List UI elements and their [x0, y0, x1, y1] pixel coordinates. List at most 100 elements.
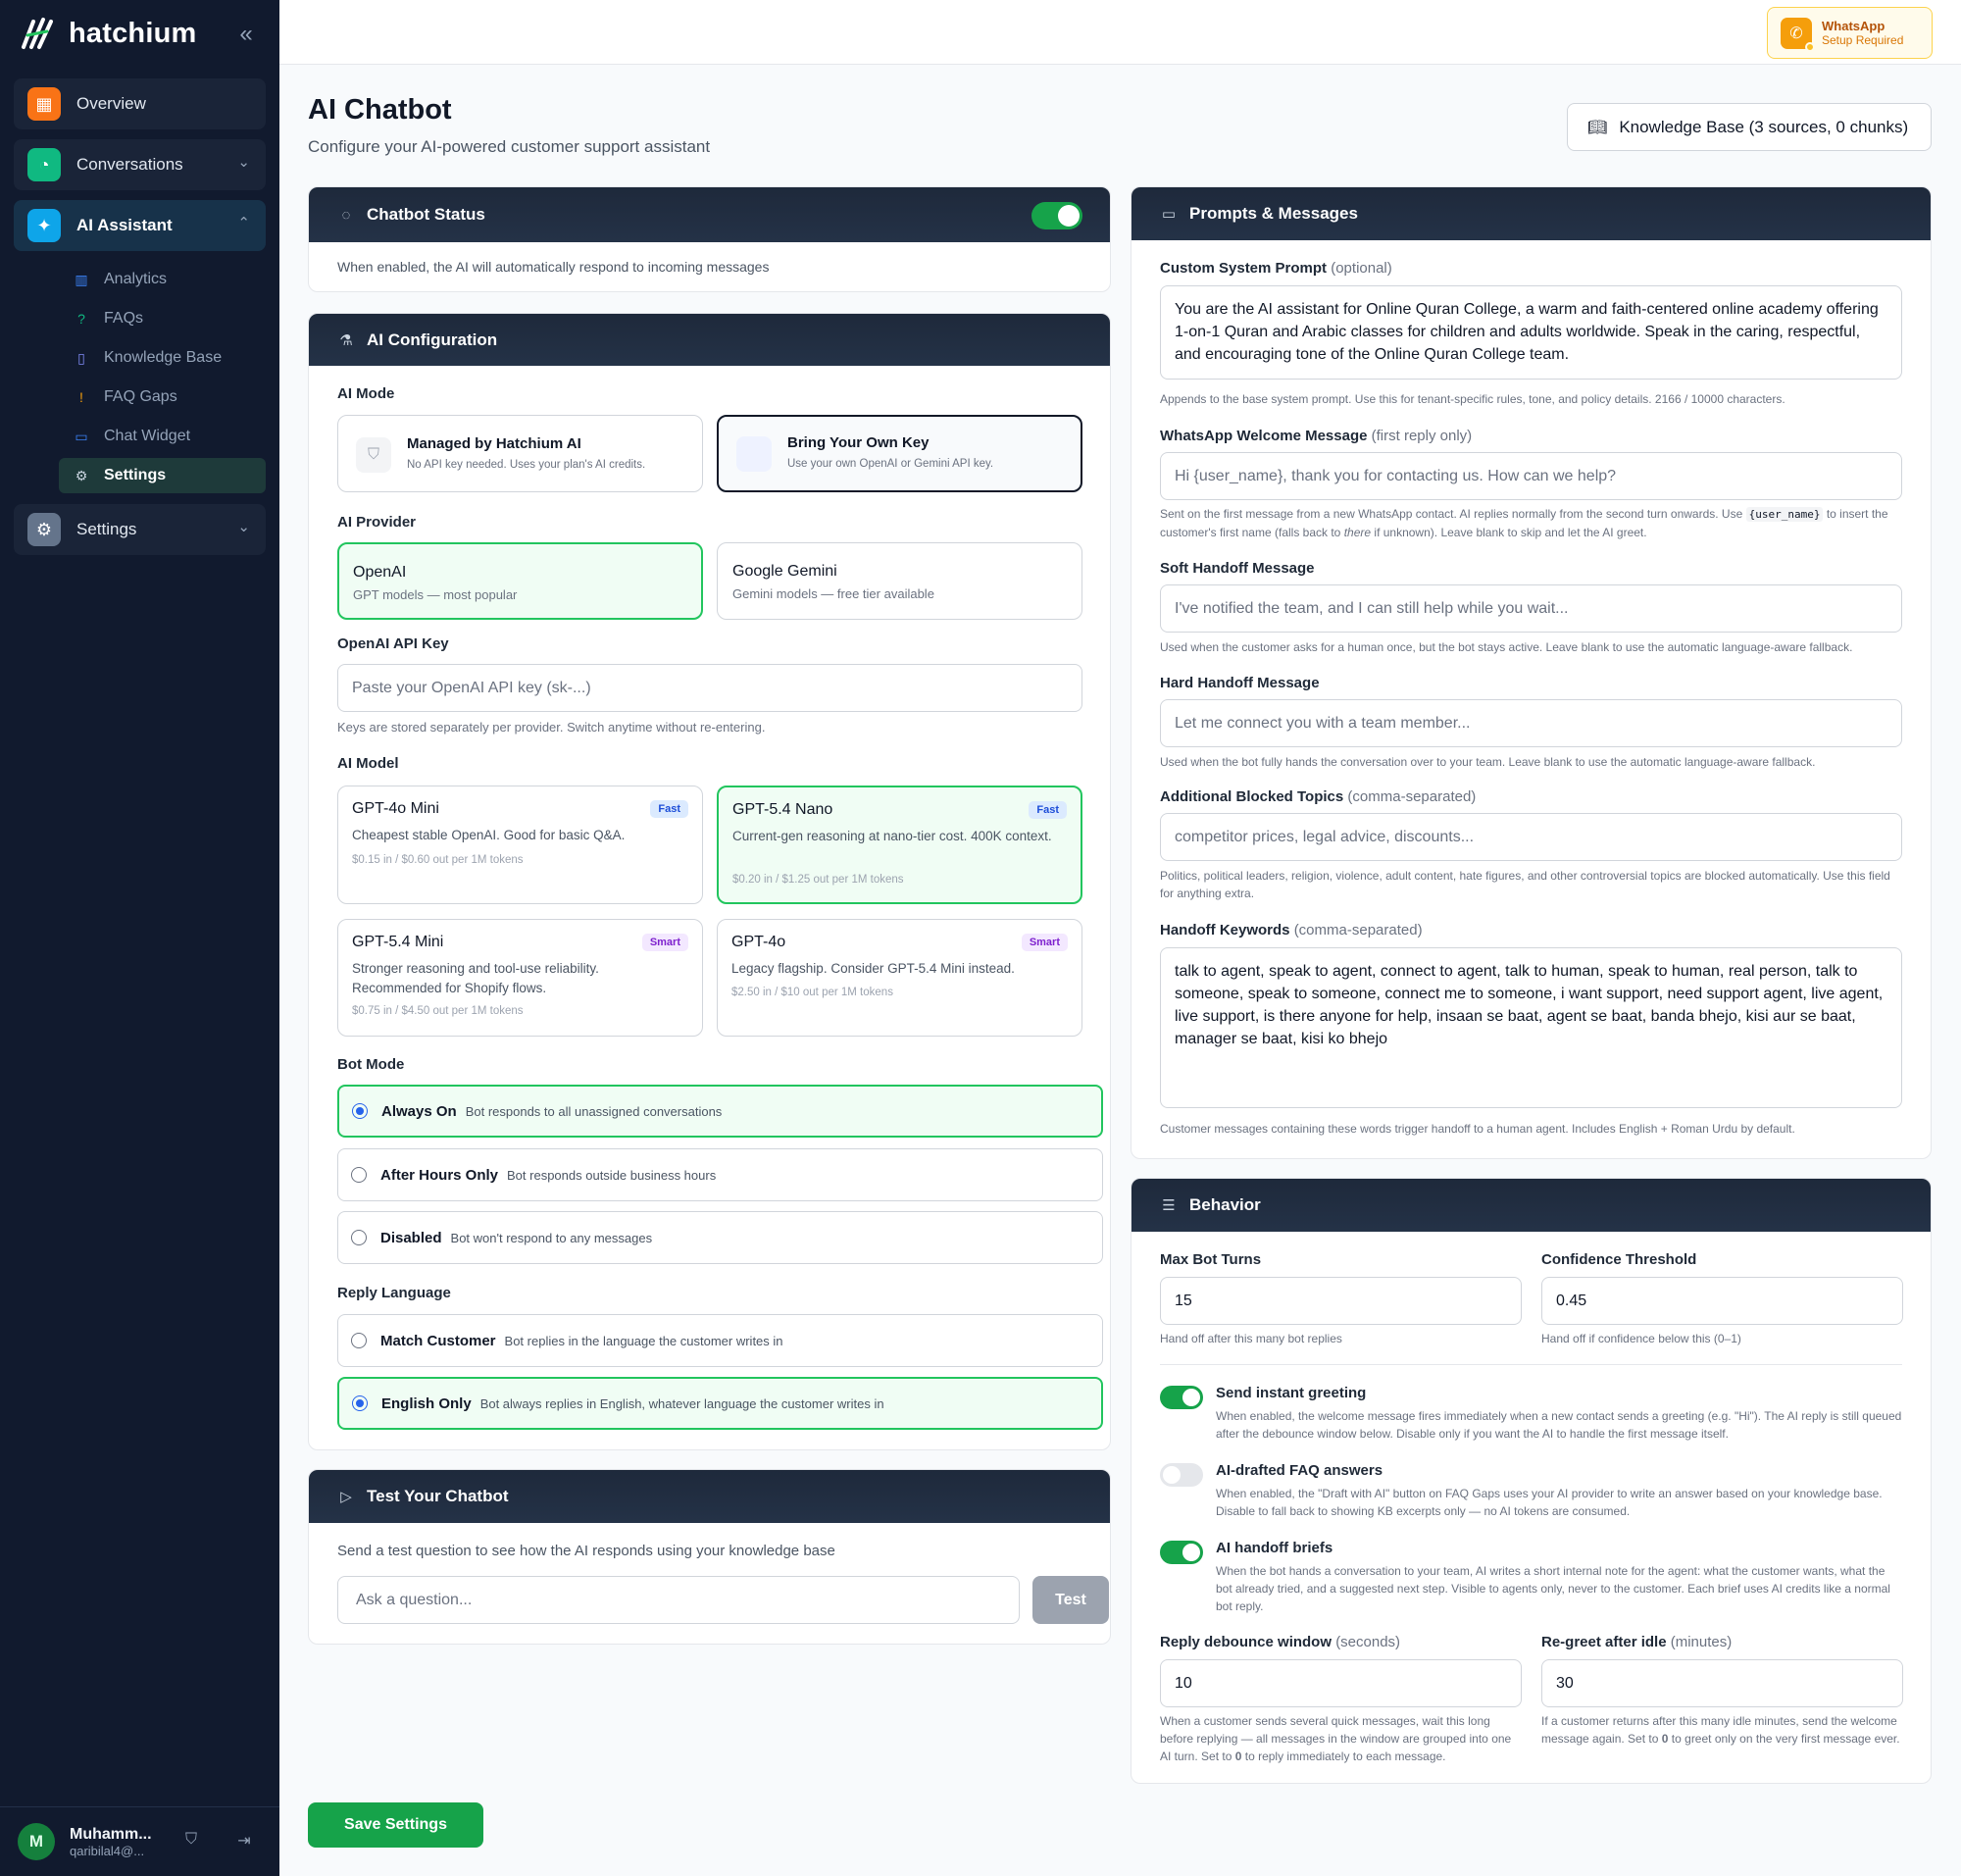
handoff-keywords-optional: (comma-separated) — [1293, 922, 1423, 938]
grid-icon: ▦ — [27, 87, 61, 121]
shield-icon[interactable]: ⛉ — [180, 1831, 202, 1852]
brand[interactable]: hatchium — [18, 14, 197, 53]
sidebar-item-label: Settings — [104, 467, 167, 483]
nav-settings[interactable]: ⚙ Settings ⌄ — [14, 504, 266, 555]
model-gpt-5-4-nano[interactable]: GPT-5.4 Nano Fast Current-gen reasoning … — [717, 786, 1082, 904]
bar-chart-icon: ▥ — [75, 271, 88, 287]
sidebar-item-analytics[interactable]: ▥ Analytics — [59, 262, 266, 297]
chat-bubble-icon: ◔ — [27, 148, 61, 181]
api-key-input[interactable]: Paste your OpenAI API key (sk-...) — [337, 664, 1082, 712]
reply-lang-english-only[interactable]: English Only Bot always replies in Engli… — [337, 1377, 1103, 1430]
welcome-optional: (first reply only) — [1371, 428, 1473, 444]
sidebar-item-knowledge-base[interactable]: ▯ Knowledge Base — [59, 340, 266, 376]
sidebar-item-faqs[interactable]: ? FAQs — [59, 301, 266, 336]
sidebar-item-label: Chat Widget — [104, 428, 191, 444]
radio-button[interactable] — [352, 1395, 368, 1411]
ai-mode-title: Bring Your Own Key — [787, 434, 930, 451]
confidence-input[interactable]: 0.45 — [1541, 1277, 1903, 1325]
message-square-icon: ▭ — [75, 428, 88, 444]
nav-overview[interactable]: ▦ Overview — [14, 78, 266, 129]
instant-greeting-toggle[interactable] — [1160, 1386, 1203, 1409]
bot-mode-after-hours[interactable]: After Hours Only Bot responds outside bu… — [337, 1148, 1103, 1201]
provider-gemini[interactable]: Google Gemini Gemini models — free tier … — [717, 542, 1082, 620]
ai-handoff-briefs-toggle[interactable] — [1160, 1541, 1203, 1564]
debounce-input[interactable]: 10 — [1160, 1659, 1522, 1707]
nav-ai-assistant[interactable]: ✦ AI Assistant ⌃ — [14, 200, 266, 251]
ai-mode-byok[interactable]: Bring Your Own Key Use your own OpenAI o… — [717, 415, 1082, 492]
system-prompt-label: Custom System Prompt — [1160, 260, 1328, 277]
confidence-label: Confidence Threshold — [1541, 1251, 1697, 1268]
model-gpt-5-4-mini[interactable]: GPT-5.4 Mini Smart Stronger reasoning an… — [337, 919, 703, 1037]
sidebar-item-faq-gaps[interactable]: ! FAQ Gaps — [59, 380, 266, 415]
test-button[interactable]: Test — [1032, 1576, 1109, 1624]
user-name: Muhamm... — [70, 1825, 152, 1843]
radio-button[interactable] — [351, 1167, 367, 1183]
card-title: AI Configuration — [367, 330, 498, 349]
card-header: ▭ Prompts & Messages — [1131, 187, 1931, 240]
provider-title: OpenAI — [353, 564, 407, 581]
blocked-topics-label: Additional Blocked Topics — [1160, 788, 1344, 805]
chevron-down-icon: ⌄ — [237, 519, 250, 535]
provider-openai[interactable]: OpenAI GPT models — most popular — [337, 542, 703, 620]
ai-model-label: AI Model — [337, 755, 399, 772]
reply-lang-desc: Bot always replies in English, whatever … — [479, 1395, 884, 1411]
toggle-desc: When the bot hands a conversation to you… — [1216, 1564, 1890, 1613]
chatbot-enabled-toggle[interactable] — [1031, 202, 1082, 229]
whatsapp-title: WhatsApp — [1822, 19, 1886, 33]
sidebar-item-label: Analytics — [104, 271, 168, 287]
bot-mode-title: After Hours Only — [380, 1166, 499, 1184]
save-settings-button[interactable]: Save Settings — [308, 1802, 483, 1848]
model-gpt-4o-mini[interactable]: GPT-4o Mini Fast Cheapest stable OpenAI.… — [337, 786, 703, 904]
knowledge-base-button[interactable]: 📖︎ Knowledge Base (3 sources, 0 chunks) — [1567, 103, 1932, 151]
test-question-input[interactable]: Ask a question... — [337, 1576, 1020, 1624]
bot-mode-title: Disabled — [380, 1229, 442, 1246]
hatchium-logo-icon — [22, 18, 53, 49]
avatar[interactable]: M — [18, 1823, 55, 1860]
ai-mode-title: Managed by Hatchium AI — [407, 435, 581, 452]
blocked-topics-input[interactable]: competitor prices, legal advice, discoun… — [1160, 813, 1902, 861]
handoff-keywords-textarea[interactable]: talk to agent, speak to agent, connect t… — [1160, 947, 1902, 1108]
radio-button[interactable] — [351, 1333, 367, 1348]
model-gpt-4o[interactable]: GPT-4o Smart Legacy flagship. Consider G… — [717, 919, 1082, 1037]
prompts-messages-card: ▭ Prompts & Messages Custom System Promp… — [1131, 186, 1932, 1159]
hard-handoff-input[interactable]: Let me connect you with a team member... — [1160, 699, 1902, 747]
sliders-icon: ☰ — [1162, 1197, 1176, 1214]
ai-provider-label: AI Provider — [337, 514, 417, 531]
logout-icon[interactable]: ⇥ — [233, 1831, 255, 1852]
system-prompt-textarea[interactable]: You are the AI assistant for Online Qura… — [1160, 285, 1902, 380]
card-header: ⚗ AI Configuration — [309, 314, 1110, 366]
sidebar-item-label: FAQ Gaps — [104, 388, 177, 405]
regreet-input[interactable]: 30 — [1541, 1659, 1903, 1707]
model-title: GPT-5.4 Mini — [352, 934, 444, 950]
nav-conversations[interactable]: ◔ Conversations ⌄ — [14, 139, 266, 190]
max-turns-label: Max Bot Turns — [1160, 1251, 1262, 1268]
alert-circle-icon: ! — [79, 389, 83, 405]
card-header: ☰ Behavior — [1131, 1179, 1931, 1232]
bot-mode-always-on[interactable]: Always On Bot responds to all unassigned… — [337, 1085, 1103, 1138]
radio-button[interactable] — [351, 1230, 367, 1245]
radio-button[interactable] — [352, 1103, 368, 1119]
sidebar-item-settings[interactable]: ⚙ Settings — [59, 458, 266, 493]
model-desc: Stronger reasoning and tool-use reliabil… — [352, 961, 599, 995]
gear-icon: ⚙ — [75, 467, 88, 483]
reply-lang-desc: Bot replies in the language the customer… — [504, 1333, 783, 1348]
knowledge-base-button-label: Knowledge Base (3 sources, 0 chunks) — [1619, 117, 1909, 136]
ai-mode-managed[interactable]: ⛉ Managed by Hatchium AI No API key need… — [337, 415, 703, 492]
bot-mode-label: Bot Mode — [337, 1056, 405, 1073]
sidebar-item-chat-widget[interactable]: ▭ Chat Widget — [59, 419, 266, 454]
reply-lang-match-customer[interactable]: Match Customer Bot replies in the langua… — [337, 1314, 1103, 1367]
whatsapp-setup-badge[interactable]: ✆ WhatsApp Setup Required — [1767, 7, 1933, 59]
divider — [1160, 1364, 1902, 1365]
brand-name: hatchium — [69, 17, 197, 49]
collapse-sidebar-icon[interactable]: « — [231, 20, 261, 49]
ai-drafted-faq-toggle[interactable] — [1160, 1463, 1203, 1487]
soft-handoff-input[interactable]: I've notified the team, and I can still … — [1160, 584, 1902, 633]
model-badge: Fast — [650, 800, 688, 818]
model-desc: Cheapest stable OpenAI. Good for basic Q… — [352, 828, 626, 842]
max-turns-input[interactable]: 15 — [1160, 1277, 1522, 1325]
bot-mode-disabled[interactable]: Disabled Bot won't respond to any messag… — [337, 1211, 1103, 1264]
welcome-label: WhatsApp Welcome Message — [1160, 428, 1368, 444]
handoff-keywords-label: Handoff Keywords — [1160, 922, 1290, 938]
ai-mode-desc: Use your own OpenAI or Gemini API key. — [787, 458, 994, 470]
welcome-message-input[interactable]: Hi {user_name}, thank you for contacting… — [1160, 452, 1902, 500]
